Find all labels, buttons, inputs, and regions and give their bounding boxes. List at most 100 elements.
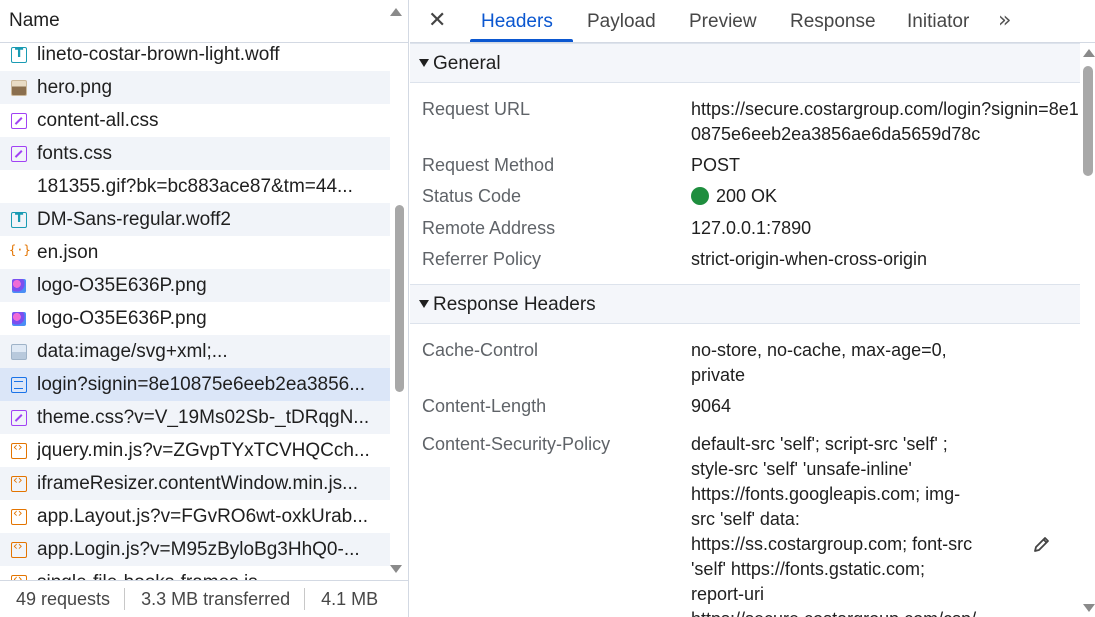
script-file-icon [11,440,27,459]
request-list-header[interactable]: Name [0,0,408,43]
css-file-icon [11,409,27,426]
csp-label: Content-Security-Policy [422,434,611,454]
response-headers-section-title: Response Headers [433,294,596,315]
csp-line: style-src 'self' 'unsafe-inline' [691,459,912,479]
detail-scrollbar[interactable] [1083,66,1093,176]
request-row[interactable]: theme.css?v=V_19Ms02Sb-_tDRqgN... [0,401,390,434]
more-tabs-chevron-icon[interactable]: » [998,8,1012,33]
active-tab-indicator [470,39,573,42]
status-ok-dot-icon [691,187,709,205]
referrer-policy-label: Referrer Policy [422,249,542,269]
request-name: lineto-costar-brown-light.woff [37,43,280,65]
logo-image-icon [12,311,26,326]
general-section-header[interactable]: General [410,43,1080,83]
remote-address-value[interactable]: 127.0.0.1:7890 [691,216,1079,241]
status-code-text: 200 OK [716,186,778,206]
detail-scroll-down-arrow-icon[interactable] [1083,604,1095,612]
request-name: DM-Sans-regular.woff2 [37,208,231,230]
request-row[interactable]: data:image/svg+xml;... [0,335,390,368]
csp-line: report-uri [691,584,765,604]
detail-scroll-up-arrow-icon[interactable] [1083,49,1095,57]
tab-response[interactable]: Response [790,11,876,33]
request-row[interactable]: en.json [0,236,390,269]
request-name: content-all.css [37,109,159,131]
tab-initiator[interactable]: Initiator [907,11,969,33]
resources-size: 4.1 MB [321,589,379,609]
request-name: app.Layout.js?v=FGvRO6wt-oxkUrab... [37,505,369,527]
request-row[interactable]: jquery.min.js?v=ZGvpTYxTCVHQCch... [0,434,390,467]
image-file-icon [11,79,27,96]
name-column-header[interactable]: Name [9,10,60,32]
font-file-icon [11,46,27,63]
request-name: 181355.gif?bk=bc883ace87&tm=44... [37,175,353,197]
cache-control-value[interactable]: no-store, no-cache, max-age=0, private [691,338,991,388]
request-row[interactable]: iframeResizer.contentWindow.min.js... [0,467,390,500]
scroll-down-arrow-icon[interactable] [390,565,402,573]
request-row[interactable]: logo-O35E636P.png [0,302,390,335]
request-list-scrollbar[interactable] [395,205,404,392]
request-name: login?signin=8e10875e6eeb2ea3856... [37,373,366,395]
request-name: theme.css?v=V_19Ms02Sb-_tDRqgN... [37,406,370,428]
request-name: fonts.css [37,142,112,164]
request-name: iframeResizer.contentWindow.min.js... [37,472,359,494]
request-row[interactable]: logo-O35E636P.png [0,269,390,302]
csp-line: default-src 'self'; script-src 'self' ; [691,434,948,454]
cache-control-label: Cache-Control [422,340,539,360]
scroll-up-arrow-icon[interactable] [390,8,402,16]
request-row[interactable]: 181355.gif?bk=bc883ace87&tm=44... [0,170,390,203]
script-file-icon [11,539,27,558]
request-url-value[interactable]: https://secure.costargroup.com/login?sig… [691,97,1079,147]
status-code-value[interactable]: 200 OK [691,184,1079,209]
expand-triangle-icon [419,59,429,67]
csp-line: https://fonts.googleapis.com; img- [691,484,961,504]
css-file-icon [11,112,27,129]
content-length-label: Content-Length [422,396,547,416]
request-name: app.Login.js?v=M95zByloBg3HhQ0-... [37,538,360,560]
request-name: data:image/svg+xml;... [37,340,228,362]
document-file-icon [11,376,27,393]
request-name: jquery.min.js?v=ZGvpTYxTCVHQCch... [37,439,370,461]
remote-address-label: Remote Address [422,218,556,238]
request-method-label: Request Method [422,155,555,175]
css-file-icon [11,145,27,162]
edit-pencil-icon[interactable] [1032,534,1052,554]
font-file-icon [11,211,27,228]
request-file-list: lineto-costar-brown-light.woff hero.png co… [0,43,390,580]
json-file-icon [9,243,31,261]
transferred-size: 3.3 MB transferred [125,588,306,610]
referrer-policy-value[interactable]: strict-origin-when-cross-origin [691,247,1079,272]
tab-headers[interactable]: Headers [481,11,553,33]
tab-payload[interactable]: Payload [587,11,656,33]
request-name: hero.png [37,76,113,98]
request-row[interactable]: single-file-hooks-frames.js [0,566,390,580]
request-method-value[interactable]: POST [691,153,1079,178]
request-row[interactable]: content-all.css [0,104,390,137]
request-row[interactable]: fonts.css [0,137,390,170]
svg-image-icon [11,343,27,360]
response-headers-section-header[interactable]: Response Headers [410,284,1080,324]
csp-line: https://secure.costargroup.com/csp/ [691,607,1031,617]
request-row[interactable]: DM-Sans-regular.woff2 [0,203,390,236]
content-length-value[interactable]: 9064 [691,394,1079,419]
expand-triangle-icon [419,300,429,308]
script-file-icon [11,506,27,525]
tab-preview[interactable]: Preview [689,11,757,33]
request-row[interactable]: app.Layout.js?v=FGvRO6wt-oxkUrab... [0,500,390,533]
request-row[interactable]: app.Login.js?v=M95zByloBg3HhQ0-... [0,533,390,566]
csp-line: 'self' https://fonts.gstatic.com; [691,559,925,579]
request-list-pane: Name lineto-costar-brown-light.woff hero.… [0,0,409,617]
detail-tab-bar: ✕ Headers Payload Preview Response Initi… [410,0,1095,43]
status-code-label: Status Code [422,186,522,206]
csp-value[interactable]: default-src 'self'; script-src 'self' ; … [691,432,1031,617]
request-name: logo-O35E636P.png [37,307,207,329]
request-row[interactable]: lineto-costar-brown-light.woff [0,43,390,71]
request-row[interactable]: hero.png [0,71,390,104]
request-count: 49 requests [0,588,126,610]
headers-content: General Request URL https://secure.costa… [410,43,1080,617]
request-name: single-file-hooks-frames.js [37,572,382,581]
request-url-label: Request URL [422,99,531,119]
logo-image-icon [12,278,26,293]
request-row[interactable]: login?signin=8e10875e6eeb2ea3856... [0,368,390,401]
close-icon[interactable]: ✕ [428,8,446,33]
request-detail-pane: ✕ Headers Payload Preview Response Initi… [410,0,1095,617]
